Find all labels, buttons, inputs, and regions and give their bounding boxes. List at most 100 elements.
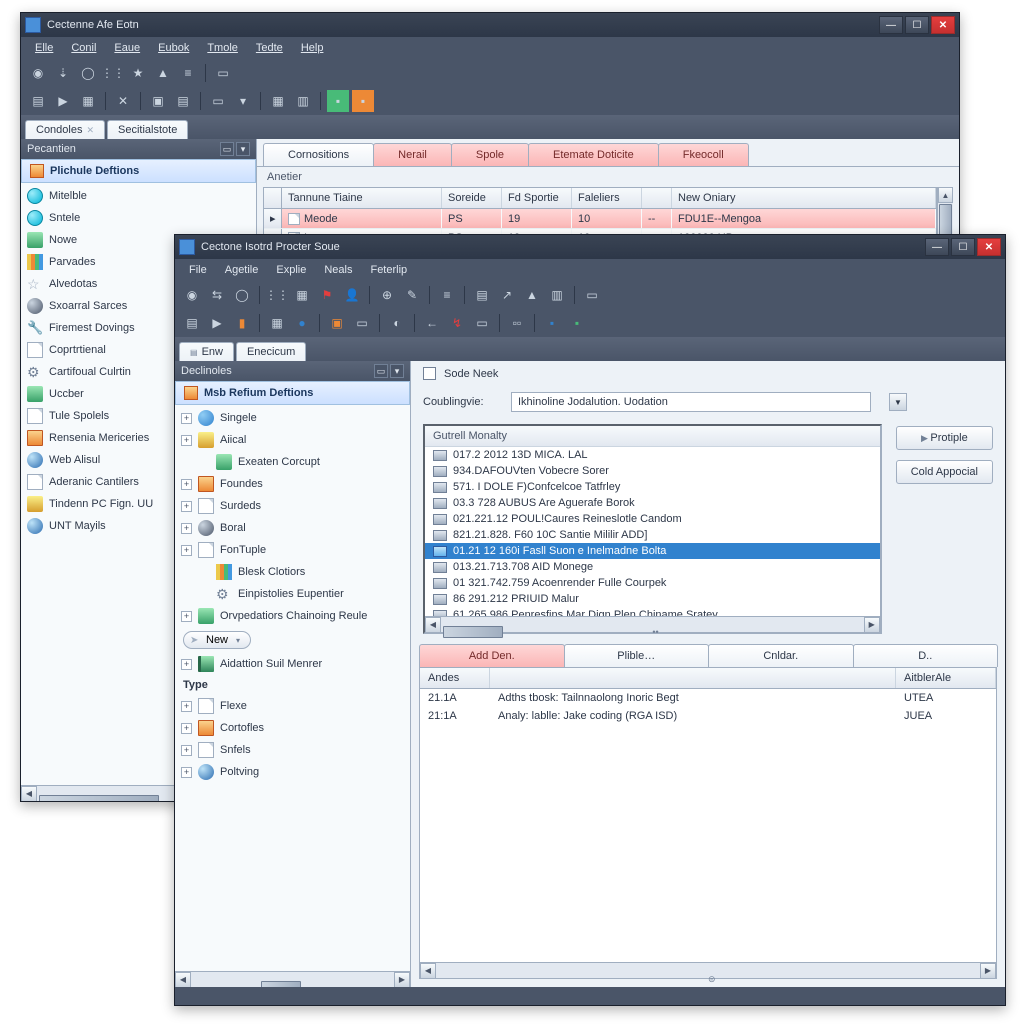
tree-item[interactable]: +Surdeds xyxy=(175,495,410,517)
expand-icon[interactable]: + xyxy=(181,745,192,756)
tb-icon[interactable]: ✕ xyxy=(112,90,134,112)
tb-icon[interactable]: ⋮⋮ xyxy=(266,284,288,306)
tb-icon[interactable]: ← xyxy=(421,312,443,334)
tree-item[interactable]: +Poltving xyxy=(175,761,410,783)
maximize-button[interactable] xyxy=(905,16,929,34)
rcol-aitblerale[interactable]: AitblerAle xyxy=(896,668,996,688)
atab-add[interactable]: Add Den. xyxy=(419,644,565,667)
expand-icon[interactable]: + xyxy=(181,523,192,534)
tb-icon[interactable]: ▭ xyxy=(471,312,493,334)
tb-icon[interactable]: ▪ xyxy=(566,312,588,334)
tb-icon[interactable]: ▪ xyxy=(541,312,563,334)
tree-item[interactable]: +Boral xyxy=(175,517,410,539)
tree-item[interactable]: +Flexe xyxy=(175,695,410,717)
expand-icon[interactable]: + xyxy=(181,501,192,512)
tab-secitial[interactable]: Secitialstote xyxy=(107,120,188,139)
tab-enw[interactable]: ▤Enw xyxy=(179,342,234,361)
list-header[interactable]: Gutrell Monalty xyxy=(425,426,880,447)
scroll-right-icon[interactable]: ▶ xyxy=(864,617,880,633)
tb-icon[interactable]: ▪ xyxy=(327,90,349,112)
tb-icon[interactable]: ▤ xyxy=(471,284,493,306)
tb-icon[interactable]: ▮ xyxy=(231,312,253,334)
col-faleliers[interactable]: Faleliers xyxy=(572,188,642,208)
tb-icon[interactable]: ▭ xyxy=(581,284,603,306)
dropdown-icon[interactable]: ▼ xyxy=(889,393,907,411)
tb-icon[interactable]: ≡ xyxy=(436,284,458,306)
tree-item[interactable]: +Aidattion Suil Menrer xyxy=(175,653,410,675)
menu-conil[interactable]: Conil xyxy=(63,40,104,56)
back-section-header[interactable]: Plichule Deftions xyxy=(21,159,256,183)
rcol-blank[interactable] xyxy=(490,668,896,688)
result-hscroll[interactable]: ◀ ⊜ ▶ xyxy=(420,962,996,978)
tree-item[interactable]: +Singele xyxy=(175,407,410,429)
tree-item[interactable]: Mitelble xyxy=(21,185,256,207)
tab-close-icon[interactable]: ✕ xyxy=(86,125,94,136)
atab-plible[interactable]: Plible… xyxy=(564,644,710,667)
tab-condoles[interactable]: Condoles✕ xyxy=(25,120,105,139)
ttab-nerail[interactable]: Nerail xyxy=(373,143,452,166)
tb-icon[interactable]: ▫▫ xyxy=(506,312,528,334)
menu-neals[interactable]: Neals xyxy=(316,262,360,278)
tb-icon[interactable]: ◉ xyxy=(27,62,49,84)
front-section-header[interactable]: Msb Refium Deftions xyxy=(175,381,410,405)
tb-icon[interactable]: ◯ xyxy=(77,62,99,84)
col-soreide[interactable]: Soreide xyxy=(442,188,502,208)
tb-icon[interactable]: ↯ xyxy=(446,312,468,334)
atab-cnldar[interactable]: Cnldar. xyxy=(708,644,854,667)
tb-icon[interactable]: ▲ xyxy=(152,62,174,84)
tb-icon[interactable]: ◯ xyxy=(231,284,253,306)
close-button[interactable] xyxy=(931,16,955,34)
tree-item[interactable]: +Aiical xyxy=(175,429,410,451)
scroll-right-icon[interactable]: ▶ xyxy=(394,972,410,988)
close-button[interactable] xyxy=(977,238,1001,256)
expand-icon[interactable]: + xyxy=(181,701,192,712)
table-row[interactable]: ▸ Meode PS 19 10 -- FDU1E--Mengoa xyxy=(264,209,936,229)
tb-icon[interactable]: ⋮⋮ xyxy=(102,62,124,84)
tb-icon[interactable]: ▭ xyxy=(207,90,229,112)
minimize-button[interactable] xyxy=(879,16,903,34)
list-hscroll[interactable]: ◀ •• ▶ xyxy=(425,616,880,632)
tb-icon[interactable]: 👤 xyxy=(341,284,363,306)
back-titlebar[interactable]: Cectenne Afe Eotn xyxy=(21,13,959,37)
col-blank[interactable] xyxy=(642,188,672,208)
list-item[interactable]: 017.2 2012 13D MICA. LAL xyxy=(425,447,880,463)
tb-icon[interactable]: ✎ xyxy=(401,284,423,306)
menu-agetile[interactable]: Agetile xyxy=(217,262,267,278)
expand-icon[interactable]: + xyxy=(181,723,192,734)
tb-icon[interactable]: ▭ xyxy=(212,62,234,84)
scroll-left-icon[interactable]: ◀ xyxy=(425,617,441,633)
tb-icon[interactable]: ▶ xyxy=(206,312,228,334)
tb-icon[interactable]: ▶ xyxy=(52,90,74,112)
scroll-left-icon[interactable]: ◀ xyxy=(21,786,37,802)
ttab-fkeocoll[interactable]: Fkeocoll xyxy=(658,143,749,166)
tb-icon[interactable]: ▤ xyxy=(27,90,49,112)
expand-icon[interactable]: + xyxy=(181,659,192,670)
tree-item[interactable]: Blesk Clotiors xyxy=(175,561,410,583)
tb-icon[interactable]: ▪ xyxy=(352,90,374,112)
tb-icon[interactable]: ▤ xyxy=(181,312,203,334)
scroll-left-icon[interactable]: ◀ xyxy=(420,963,436,979)
tb-icon[interactable]: ★ xyxy=(127,62,149,84)
atab-d[interactable]: D.. xyxy=(853,644,999,667)
ttab-etemate[interactable]: Etemate Doticite xyxy=(528,143,659,166)
tb-icon[interactable]: ▦ xyxy=(266,312,288,334)
tb-icon[interactable]: ▦ xyxy=(77,90,99,112)
list-item[interactable]: 934.DAFOUVten Vobecre Sorer xyxy=(425,463,880,479)
menu-help[interactable]: Help xyxy=(293,40,332,56)
menu-elle[interactable]: Elle xyxy=(27,40,61,56)
sidebar-dropdown-icon[interactable]: ▾ xyxy=(390,364,404,378)
scroll-up-icon[interactable]: ▲ xyxy=(938,187,953,203)
col-tannune[interactable]: Tannune Tiaine xyxy=(282,188,442,208)
protiple-button[interactable]: ▶ Protiple xyxy=(896,426,993,450)
list-item[interactable]: 01 321.742.759 Acoenrender Fulle Courpek xyxy=(425,575,880,591)
tb-icon[interactable]: ▾ xyxy=(232,90,254,112)
list-item[interactable]: 821.21.828. F60 10C Santie Mililir ADD] xyxy=(425,527,880,543)
list-item[interactable]: 021.221.12 POUL!Caures Reineslotle Cando… xyxy=(425,511,880,527)
scroll-right-icon[interactable]: ▶ xyxy=(980,963,996,979)
list-item[interactable]: 03.3 728 AUBUS Are Aguerafe Borok xyxy=(425,495,880,511)
ttab-compositions[interactable]: Cornositions xyxy=(263,143,374,166)
tree-item[interactable]: +Snfels xyxy=(175,739,410,761)
tb-icon[interactable]: ⊕ xyxy=(376,284,398,306)
sidebar-hscroll[interactable]: ◀ ▶ xyxy=(175,971,410,987)
tree-item[interactable]: Exeaten Corcupt xyxy=(175,451,410,473)
